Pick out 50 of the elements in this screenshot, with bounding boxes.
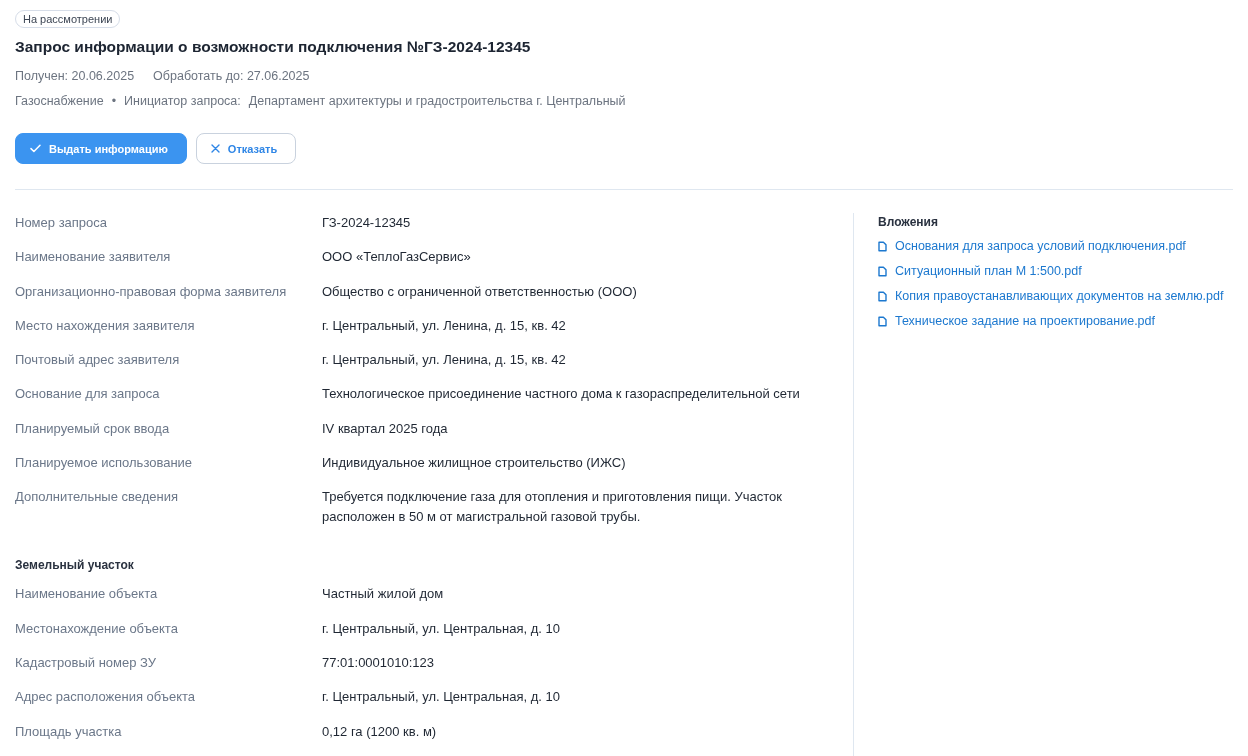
field-value: г. Центральный, ул. Центральная, д. 10 (322, 688, 561, 707)
reject-button[interactable]: Отказать (195, 133, 297, 164)
field-label: Дополнительные сведения (15, 488, 180, 507)
document-icon (878, 316, 887, 327)
field-label: Наименование объекта (15, 585, 159, 604)
field-label: Организационно-правовая форма заявителя (15, 282, 288, 301)
field-label: Номер запроса (15, 214, 109, 232)
status-badge: На рассмотрении (15, 10, 121, 28)
category-text: Газоснабжение (15, 93, 104, 110)
close-icon (210, 144, 220, 153)
issue-info-button[interactable]: Выдать информацию (15, 133, 187, 164)
field-label: Адрес расположения объекта (15, 688, 197, 707)
field-label: Наименование заявителя (15, 248, 172, 267)
field-label: Кадастровый номер ЗУ (15, 653, 158, 672)
deadline-date: Обработать до: 27.06.2025 (153, 68, 310, 85)
attachments-title: Вложения (878, 214, 939, 231)
field-value: г. Центральный, ул. Ленина, д. 15, кв. 42 (322, 316, 567, 335)
initiator-label: Инициатор запроса: (124, 93, 241, 110)
field-value: ГЗ-2024-12345 (322, 214, 412, 232)
field-value: Общество с ограниченной ответственностью (ООО) (322, 282, 638, 301)
check-icon (30, 144, 41, 153)
field-value: 0,12 га (1200 кв. м) (322, 722, 438, 741)
field-value: г. Центральный, ул. Центральная, д. 10 (322, 619, 561, 638)
separator-dot: • (111, 93, 117, 110)
field-value: Частный жилой дом (322, 585, 445, 604)
attachment-link[interactable]: Основания для запроса условий подключения.pdf (878, 234, 1186, 259)
document-icon (878, 241, 887, 252)
field-value: ООО «ТеплоГазСервис» (322, 248, 472, 267)
field-value: г. Центральный, ул. Ленина, д. 15, кв. 42 (322, 351, 567, 370)
field-value: 77:01:0001010:123 (322, 653, 436, 672)
field-value: Требуется подключение газа для отопления и приготовления пищи. Участок расположен в 50 м от магистральной газовой трубы. (322, 488, 783, 526)
field-label: Планируемый срок ввода (15, 419, 171, 438)
field-label: Планируемое использование (15, 454, 194, 473)
document-icon (878, 291, 887, 302)
document-icon (878, 266, 887, 277)
field-label: Площадь участка (15, 722, 123, 741)
attachment-link[interactable]: Техническое задание на проектирование.pdf (878, 309, 1155, 334)
field-value: IV квартал 2025 года (322, 419, 449, 438)
field-label: Местонахождение объекта (15, 619, 179, 638)
initiator-name: Департамент архитектуры и градостроительства г. Центральный (248, 93, 626, 110)
section-title: Земельный участок (15, 557, 135, 575)
field-label: Основание для запроса (15, 385, 161, 404)
field-label: Место нахождения заявителя (15, 316, 196, 335)
received-date: Получен: 20.06.2025 (15, 68, 135, 85)
field-value: Индивидуальное жилищное строительство (ИЖС) (322, 454, 627, 473)
request-title: Запрос информации о возможности подключения №ГЗ-2024-12345 (15, 37, 531, 57)
attachment-link[interactable]: Копия правоустанавливающих документов на землю.pdf (878, 284, 1224, 309)
field-label: Почтовый адрес заявителя (15, 351, 181, 370)
field-value: Технологическое присоединение частного дома к газораспределительной сети (322, 385, 801, 404)
attachment-link[interactable]: Ситуационный план М 1:500.pdf (878, 259, 1082, 284)
